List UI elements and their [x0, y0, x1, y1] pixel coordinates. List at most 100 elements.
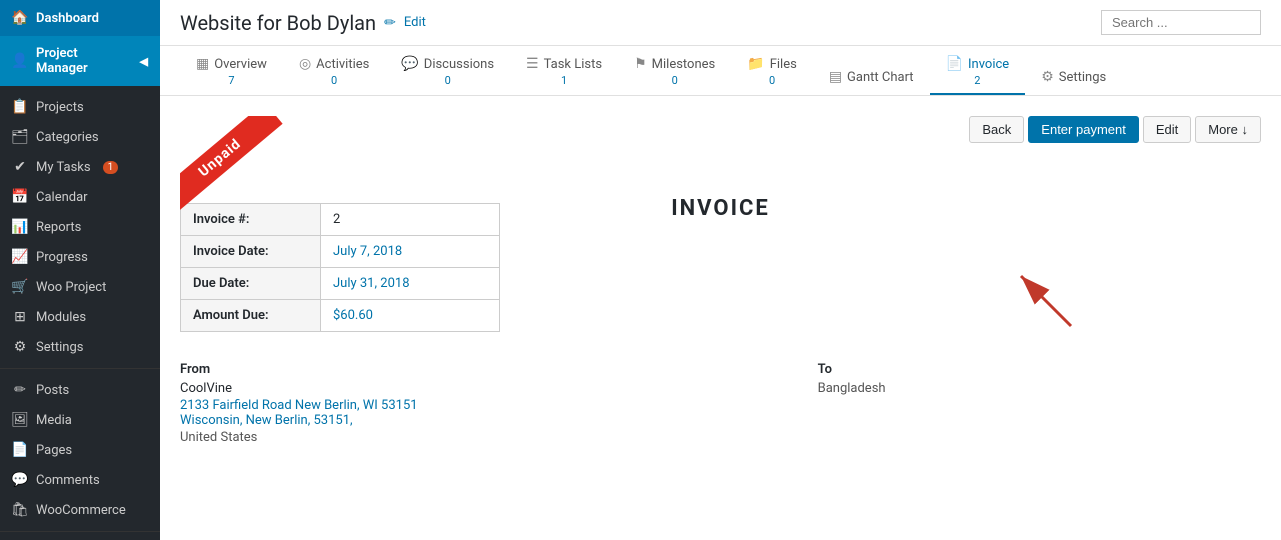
invoice-actions: Back Enter payment Edit More ↓: [180, 116, 1261, 143]
sidebar-item-modules[interactable]: ⊞ Modules: [0, 302, 160, 332]
sidebar-item-my-tasks[interactable]: ✔ My Tasks 1: [0, 152, 160, 182]
invoice-date-row: Invoice Date: July 7, 2018: [181, 236, 500, 268]
dashboard-item[interactable]: 🏠 Dashboard: [0, 0, 160, 36]
my-tasks-badge: 1: [103, 161, 119, 174]
tab-settings[interactable]: ⚙ Settings: [1025, 59, 1122, 95]
tab-milestones[interactable]: ⚑ Milestones 0: [618, 46, 731, 95]
back-button[interactable]: Back: [969, 116, 1024, 143]
due-date-label: Due Date:: [181, 268, 321, 300]
invoice-wrapper: Unpaid Back Enter payment Edit More ↓: [180, 116, 1261, 516]
files-count: 0: [769, 74, 775, 87]
red-arrow: [1001, 256, 1081, 336]
from-label: From: [180, 362, 418, 377]
sidebar-item-settings[interactable]: ⚙ Settings: [0, 332, 160, 362]
gantt-icon: ▤: [829, 69, 842, 85]
enter-payment-button[interactable]: Enter payment: [1028, 116, 1139, 143]
edit-pencil-icon: ✏: [384, 15, 396, 31]
dashboard-icon: 🏠: [12, 10, 28, 26]
topbar: Website for Bob Dylan ✏ Edit: [160, 0, 1281, 46]
project-title-text: Website for Bob Dylan: [180, 11, 376, 35]
tab-activities[interactable]: ◎ Activities 0: [283, 46, 385, 95]
more-button[interactable]: More ↓: [1195, 116, 1261, 143]
company-name: CoolVine: [180, 381, 418, 396]
tab-task-lists[interactable]: ☰ Task Lists 1: [510, 46, 618, 95]
tab-files[interactable]: 📁 Files 0: [731, 46, 813, 95]
invoice-date-value: July 7, 2018: [321, 236, 500, 268]
due-date-row: Due Date: July 31, 2018: [181, 268, 500, 300]
sidebar-wp-section: ✏ Posts 🖼 Media 📄 Pages 💬 Comments 🛍 Woo…: [0, 369, 160, 532]
amount-due-value: $60.60: [321, 300, 500, 332]
to-block: To Bangladesh: [818, 362, 886, 449]
posts-icon: ✏: [12, 382, 28, 398]
modules-icon: ⊞: [12, 309, 28, 325]
edit-button[interactable]: Edit: [1143, 116, 1191, 143]
unpaid-ribbon-wrapper: Unpaid: [180, 116, 300, 236]
media-icon: 🖼: [12, 412, 28, 428]
address-line-1: 2133 Fairfield Road New Berlin, WI 53151: [180, 398, 418, 413]
activities-count: 0: [331, 74, 337, 87]
categories-icon: 🗂: [12, 129, 28, 145]
sidebar-item-comments[interactable]: 💬 Comments: [0, 465, 160, 495]
sidebar-item-calendar[interactable]: 📅 Calendar: [0, 182, 160, 212]
sidebar-main-section: 📋 Projects 🗂 Categories ✔ My Tasks 1 📅 C…: [0, 86, 160, 369]
overview-count: 7: [228, 74, 234, 87]
tab-invoice[interactable]: 📄 Invoice 2: [930, 46, 1026, 95]
to-label: To: [818, 362, 886, 377]
activities-icon: ◎: [299, 56, 311, 72]
projects-icon: 📋: [12, 99, 28, 115]
my-tasks-icon: ✔: [12, 159, 28, 175]
milestones-icon: ⚑: [634, 56, 647, 72]
project-title-area: Website for Bob Dylan ✏ Edit: [180, 11, 426, 35]
pages-icon: 📄: [12, 442, 28, 458]
progress-icon: 📈: [12, 249, 28, 265]
files-icon: 📁: [747, 56, 764, 72]
address-line-2: Wisconsin, New Berlin, 53151,: [180, 413, 418, 428]
sidebar-item-projects[interactable]: 📋 Projects: [0, 92, 160, 122]
woo-project-icon: 🛒: [12, 279, 28, 295]
settings-icon: ⚙: [12, 339, 28, 355]
sidebar-item-woocommerce[interactable]: 🛍 WooCommerce: [0, 495, 160, 525]
from-block: From CoolVine 2133 Fairfield Road New Be…: [180, 362, 418, 449]
project-manager-item[interactable]: 👤 Project Manager ◀: [0, 36, 160, 86]
more-dropdown-icon: ↓: [1242, 122, 1249, 137]
woocommerce-icon: 🛍: [12, 502, 28, 518]
invoice-count: 2: [974, 74, 980, 87]
main-content: Website for Bob Dylan ✏ Edit ▦ Overview …: [160, 0, 1281, 540]
task-lists-icon: ☰: [526, 56, 539, 72]
sidebar: 🏠 Dashboard 👤 Project Manager ◀ 📋 Projec…: [0, 0, 160, 540]
content-area: Unpaid Back Enter payment Edit More ↓: [160, 96, 1281, 540]
search-input[interactable]: [1101, 10, 1261, 35]
amount-due-row: Amount Due: $60.60: [181, 300, 500, 332]
invoice-icon: 📄: [946, 56, 963, 72]
calendar-icon: 📅: [12, 189, 28, 205]
from-to-section: From CoolVine 2133 Fairfield Road New Be…: [180, 362, 1261, 449]
invoice-number-value: 2: [321, 204, 500, 236]
task-lists-count: 1: [561, 74, 567, 87]
invoice-heading: INVOICE: [671, 196, 770, 221]
discussions-icon: 💬: [401, 56, 418, 72]
invoice-date-label: Invoice Date:: [181, 236, 321, 268]
edit-link[interactable]: Edit: [404, 15, 426, 30]
comments-icon: 💬: [12, 472, 28, 488]
tab-gantt-chart[interactable]: ▤ Gantt Chart: [813, 59, 930, 95]
reports-icon: 📊: [12, 219, 28, 235]
sidebar-item-reports[interactable]: 📊 Reports: [0, 212, 160, 242]
sidebar-item-pages[interactable]: 📄 Pages: [0, 435, 160, 465]
tab-discussions[interactable]: 💬 Discussions 0: [385, 46, 510, 95]
sidebar-item-media[interactable]: 🖼 Media: [0, 405, 160, 435]
sidebar-item-woo-project[interactable]: 🛒 Woo Project: [0, 272, 160, 302]
due-date-value: July 31, 2018: [321, 268, 500, 300]
discussions-count: 0: [445, 74, 451, 87]
unpaid-ribbon: Unpaid: [180, 116, 283, 214]
sidebar-item-categories[interactable]: 🗂 Categories: [0, 122, 160, 152]
project-manager-icon: 👤: [12, 53, 28, 69]
address-line-3: United States: [180, 428, 418, 449]
sidebar-item-posts[interactable]: ✏ Posts: [0, 375, 160, 405]
to-value: Bangladesh: [818, 381, 886, 396]
sidebar-item-progress[interactable]: 📈 Progress: [0, 242, 160, 272]
tab-overview[interactable]: ▦ Overview 7: [180, 46, 283, 95]
tab-settings-icon: ⚙: [1041, 69, 1054, 85]
amount-due-label: Amount Due:: [181, 300, 321, 332]
nav-tabs: ▦ Overview 7 ◎ Activities 0 💬 Discussion…: [160, 46, 1281, 96]
milestones-count: 0: [672, 74, 678, 87]
